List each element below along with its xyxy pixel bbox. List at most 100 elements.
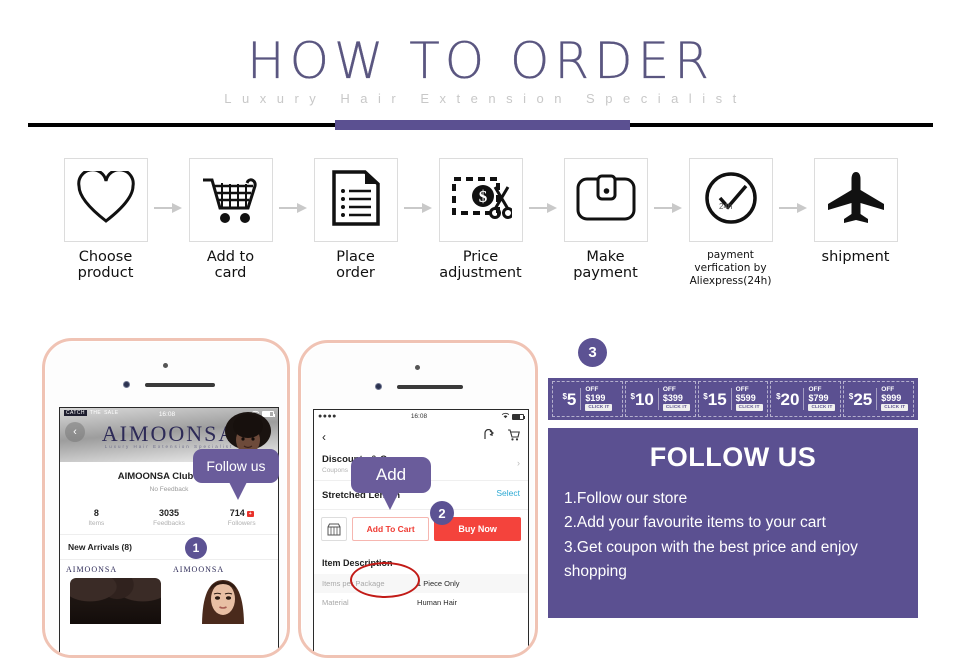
callout-text: Add	[375, 465, 407, 484]
coupon-min-spend: $399	[662, 393, 683, 404]
coupon-min-spend: $799	[808, 393, 829, 404]
step-icon-box	[813, 158, 898, 242]
coupon-card[interactable]: $25 OFF $999 CLICK IT	[843, 381, 914, 417]
signal-dots-icon: ●●●●	[318, 413, 337, 420]
coupon-amount: $10	[630, 389, 654, 409]
coupon-card[interactable]: $5 OFF $199 CLICK IT	[552, 381, 623, 417]
coupon-card[interactable]: $15 OFF $599 CLICK IT	[697, 381, 769, 417]
clock-check-icon: 24h	[702, 169, 760, 232]
arrow-icon	[778, 166, 808, 250]
coupon-details: OFF $199 CLICK IT	[585, 386, 613, 412]
arrow-icon	[153, 166, 183, 250]
stat-feedbacks: 3035 Feedbacks	[133, 508, 206, 527]
status-time: 16:08	[410, 413, 428, 420]
coupon-min-spend: $599	[735, 393, 756, 404]
coupon-divider	[876, 388, 878, 410]
sensor-dot-icon	[163, 363, 168, 368]
product-card[interactable]: AIMOONSA	[171, 564, 274, 624]
item-description-heading: Item Description	[322, 558, 393, 568]
description-row: Items per Package 1 Piece Only	[314, 574, 528, 593]
arrow-icon	[528, 166, 558, 250]
coupon-divider	[803, 388, 805, 410]
coupon-card[interactable]: $10 OFF $399 CLICK IT	[624, 381, 696, 417]
chevron-right-icon: ›	[517, 458, 520, 468]
svg-text:24h: 24h	[719, 202, 732, 211]
stat-label: Items	[88, 520, 105, 527]
product-grid: AIMOONSA AIMOONSA	[60, 560, 278, 628]
store-icon[interactable]	[321, 517, 347, 541]
step-label: Price adjustment	[439, 249, 522, 282]
follow-plus-badge[interactable]: +	[246, 510, 254, 517]
stat-value: 714 +	[229, 508, 254, 518]
stat-value: 3035	[158, 508, 180, 518]
battery-icon	[511, 413, 525, 420]
model-photo	[196, 574, 250, 624]
arrow-icon	[403, 166, 433, 250]
coupon-click-button[interactable]: CLICK IT	[662, 404, 690, 412]
svg-text:$: $	[478, 187, 487, 206]
status-bar: ●●●● 16:08	[314, 410, 528, 423]
front-camera-icon	[375, 383, 382, 390]
back-icon[interactable]: ‹	[322, 430, 326, 444]
step-badge-3: 3	[578, 338, 607, 367]
coupon-min-spend: $199	[585, 393, 606, 404]
callout-text: Follow us	[206, 458, 266, 474]
coupon-divider	[657, 388, 659, 410]
coupon-details: OFF $799 CLICK IT	[808, 386, 836, 412]
coupon-click-button[interactable]: CLICK IT	[585, 404, 613, 412]
coupon-amount: $20	[776, 389, 800, 409]
price-scissors-icon: $	[450, 169, 514, 232]
stat-label: Feedbacks	[153, 520, 185, 527]
step-icon-box	[313, 158, 398, 242]
arrow-icon	[278, 166, 308, 250]
step-icon-box	[188, 158, 273, 242]
follow-step: 3.Get coupon with the best price and enj…	[564, 538, 858, 581]
step-label: Choose product	[77, 249, 134, 282]
header-divider-purple	[335, 120, 630, 130]
coupon-card[interactable]: $20 OFF $799 CLICK IT	[770, 381, 842, 417]
follow-step: 1.Follow our store	[564, 490, 688, 507]
follow-us-steps: 1.Follow our store 2.Add your favourite …	[564, 487, 902, 585]
document-icon	[331, 169, 381, 232]
step-choose-product: Choose product	[58, 158, 153, 281]
product-watermark: AIMOONSA	[66, 565, 118, 574]
product-card[interactable]: AIMOONSA	[64, 564, 167, 624]
step-label: Make payment	[573, 249, 638, 282]
page-subtitle: Luxury Hair Extension Specialist	[224, 91, 747, 106]
coupon-click-button[interactable]: CLICK IT	[735, 404, 763, 412]
share-icon[interactable]	[483, 428, 495, 444]
coupon-divider	[730, 388, 732, 410]
description-row: Material Human Hair	[314, 593, 528, 612]
hair-bundle-image	[70, 578, 161, 624]
coupon-click-button[interactable]: CLICK IT	[881, 404, 909, 412]
badge-number: 3	[588, 344, 597, 361]
step-make-payment: Make payment	[558, 158, 653, 281]
coupon-strip: $5 OFF $199 CLICK IT $10 OFF $399 CLICK …	[548, 378, 918, 420]
product-watermark: AIMOONSA	[173, 565, 225, 574]
earpiece-speaker	[397, 385, 463, 389]
phone-mockup-product: ●●●● 16:08 ‹ Discounts & Coupons	[298, 340, 538, 658]
follow-us-title: FOLLOW US	[649, 442, 817, 472]
coupon-click-button[interactable]: CLICK IT	[808, 404, 836, 412]
airplane-icon	[825, 170, 887, 231]
add-to-cart-button[interactable]: Add To Cart	[352, 517, 430, 541]
heart-icon	[76, 167, 136, 230]
phone-screen: CATCH THE SALE ●●●● 16:08 ‹ AIMOONSA Lux…	[59, 407, 279, 655]
phone-screen: ●●●● 16:08 ‹ Discounts & Coupons	[313, 409, 529, 655]
step-shipment: shipment	[808, 158, 903, 265]
description-key: Items per Package	[322, 579, 385, 588]
follow-us-callout: Follow us	[193, 449, 279, 500]
back-icon[interactable]: ‹	[65, 422, 85, 442]
step-icon-box	[63, 158, 148, 242]
coupon-amount: $5	[562, 389, 577, 409]
wallet-icon	[575, 173, 637, 228]
select-link[interactable]: Select	[496, 488, 520, 498]
description-value: Human Hair	[417, 598, 458, 607]
stat-followers[interactable]: 714 + Followers	[205, 508, 278, 527]
cart-icon[interactable]	[507, 429, 520, 444]
order-steps-row: Choose product Add to card Place order $…	[0, 158, 961, 303]
store-stats: 8 Items 3035 Feedbacks 714 + Followers	[60, 499, 278, 535]
description-value: 1 Piece Only	[417, 579, 460, 588]
step-badge-1: 1	[185, 537, 207, 559]
step-badge-2: 2	[430, 501, 454, 525]
